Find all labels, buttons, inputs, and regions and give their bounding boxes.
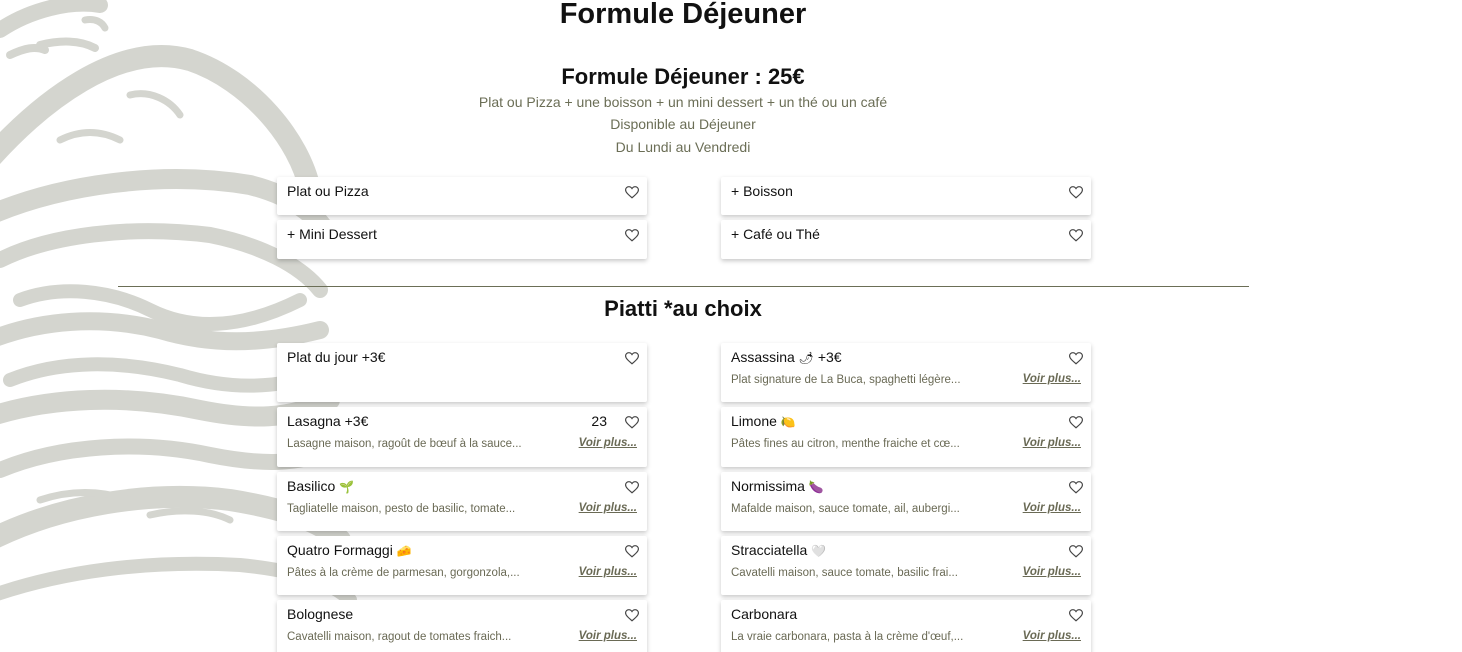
menu-item-quatro-formaggi[interactable]: Quatro Formaggi 🧀 Pâtes à la crème de pa… xyxy=(277,536,647,595)
heart-outline-icon[interactable] xyxy=(1069,229,1083,242)
see-more-link[interactable]: Voir plus... xyxy=(579,566,637,578)
menu-item-lasagna[interactable]: Lasagna +3€ 23 Lasagne maison, ragoût de… xyxy=(277,407,647,467)
heart-outline-icon[interactable] xyxy=(625,229,639,242)
item-name: Limone 🍋 xyxy=(731,413,796,429)
item-description: Pâtes à la crème de parmesan, gorgonzola… xyxy=(287,567,520,579)
item-name: + Boisson xyxy=(731,183,793,199)
heart-outline-icon[interactable] xyxy=(625,481,639,494)
see-more-link[interactable]: Voir plus... xyxy=(579,630,637,642)
menu-item-assassina[interactable]: Assassina 🌶 +3€ Plat signature de La Buc… xyxy=(721,343,1091,402)
formule-item-mini-dessert[interactable]: + Mini Dessert xyxy=(277,220,647,259)
item-name: Lasagna +3€ xyxy=(287,413,369,429)
seedling-icon: 🌱 xyxy=(339,480,355,494)
heart-outline-icon[interactable] xyxy=(1069,352,1083,365)
item-name: Plat du jour +3€ xyxy=(287,349,386,365)
item-name: Normissima 🍆 xyxy=(731,478,824,494)
heart-outline-icon[interactable] xyxy=(1069,545,1083,558)
formule-description: Plat ou Pizza + une boisson + un mini de… xyxy=(478,94,888,110)
lemon-icon: 🍋 xyxy=(780,415,796,429)
formule-item-cafe-the[interactable]: + Café ou Thé xyxy=(721,220,1091,259)
menu-item-stracciatella[interactable]: Stracciatella 🤍 Cavatelli maison, sauce … xyxy=(721,536,1091,595)
cheese-icon: 🧀 xyxy=(396,544,412,558)
menu-item-limone[interactable]: Limone 🍋 Pâtes fines au citron, menthe f… xyxy=(721,407,1091,467)
item-name: Bolognese xyxy=(287,606,354,622)
menu-item-carbonara[interactable]: Carbonara La vraie carbonara, pasta à la… xyxy=(721,600,1091,652)
menu-item-basilico[interactable]: Basilico 🌱 Tagliatelle maison, pesto de … xyxy=(277,472,647,531)
heart-outline-icon[interactable] xyxy=(625,186,639,199)
see-more-link[interactable]: Voir plus... xyxy=(1023,502,1081,514)
item-name: + Mini Dessert xyxy=(287,226,377,242)
heart-outline-icon[interactable] xyxy=(625,416,639,429)
item-description: Cavatelli maison, sauce tomate, basilic … xyxy=(731,567,958,579)
heart-outline-icon[interactable] xyxy=(1069,609,1083,622)
see-more-link[interactable]: Voir plus... xyxy=(579,502,637,514)
formule-item-boisson[interactable]: + Boisson xyxy=(721,177,1091,215)
item-name: + Café ou Thé xyxy=(731,226,820,242)
white-heart-icon: 🤍 xyxy=(811,544,827,558)
see-more-link[interactable]: Voir plus... xyxy=(579,437,637,449)
item-description: La vraie carbonara, pasta à la crème d'œ… xyxy=(731,631,964,643)
formule-availability: Disponible au Déjeuner xyxy=(610,116,756,132)
heart-outline-icon[interactable] xyxy=(625,352,639,365)
heart-outline-icon[interactable] xyxy=(1069,481,1083,494)
see-more-link[interactable]: Voir plus... xyxy=(1023,437,1081,449)
item-description: Plat signature de La Buca, spaghetti lég… xyxy=(731,374,961,386)
eggplant-icon: 🍆 xyxy=(808,480,824,494)
heart-outline-icon[interactable] xyxy=(1069,186,1083,199)
chili-pepper-icon: 🌶 xyxy=(798,351,814,365)
heart-outline-icon[interactable] xyxy=(625,609,639,622)
formule-title: Formule Déjeuner : 25€ xyxy=(561,64,805,89)
item-description: Mafalde maison, sauce tomate, ail, auber… xyxy=(731,503,960,515)
heart-outline-icon[interactable] xyxy=(1069,416,1083,429)
menu-item-plat-du-jour[interactable]: Plat du jour +3€ xyxy=(277,343,647,402)
formule-days: Du Lundi au Vendredi xyxy=(615,139,751,155)
item-name: Stracciatella 🤍 xyxy=(731,542,827,558)
item-description: Lasagne maison, ragoût de bœuf à la sauc… xyxy=(287,438,522,450)
item-name: Assassina 🌶 +3€ xyxy=(731,349,842,365)
page-title: Formule Déjeuner xyxy=(559,0,807,30)
see-more-link[interactable]: Voir plus... xyxy=(1023,566,1081,578)
item-name: Basilico 🌱 xyxy=(287,478,355,494)
menu-item-normissima[interactable]: Normissima 🍆 Mafalde maison, sauce tomat… xyxy=(721,472,1091,531)
section-divider xyxy=(118,286,1249,287)
see-more-link[interactable]: Voir plus... xyxy=(1023,373,1081,385)
page: Formule Déjeuner Formule Déjeuner : 25€ … xyxy=(0,0,1462,652)
item-name: Quatro Formaggi 🧀 xyxy=(287,542,412,558)
like-count: 23 xyxy=(591,413,607,429)
item-name: Carbonara xyxy=(731,606,798,622)
section-title-piatti: Piatti *au choix xyxy=(604,296,762,321)
formule-item-plat[interactable]: Plat ou Pizza xyxy=(277,177,647,215)
item-name: Plat ou Pizza xyxy=(287,183,369,199)
see-more-link[interactable]: Voir plus... xyxy=(1023,630,1081,642)
item-description: Tagliatelle maison, pesto de basilic, to… xyxy=(287,503,516,515)
item-description: Pâtes fines au citron, menthe fraiche et… xyxy=(731,438,960,450)
item-description: Cavatelli maison, ragout de tomates frai… xyxy=(287,631,512,643)
heart-outline-icon[interactable] xyxy=(625,545,639,558)
menu-item-bolognese[interactable]: Bolognese Cavatelli maison, ragout de to… xyxy=(277,600,647,652)
